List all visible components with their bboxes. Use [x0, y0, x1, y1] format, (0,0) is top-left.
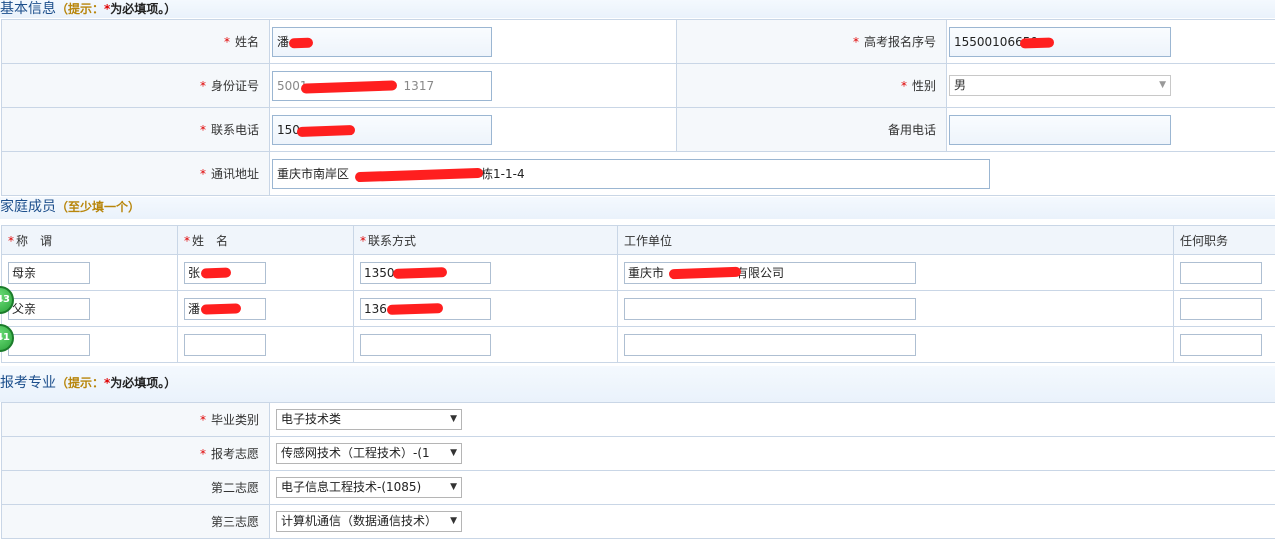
third-choice-label: 第三志愿	[2, 505, 270, 539]
family-table: *称 谓 *姓 名 *联系方式 工作单位 任何职务 母亲 张 1350 重庆市有…	[1, 225, 1275, 363]
col-contact: *联系方式	[354, 226, 618, 255]
exam-no-label: *高考报名序号	[677, 20, 947, 64]
job-title-input[interactable]	[1180, 262, 1262, 284]
chevron-down-icon: ▼	[450, 478, 457, 497]
gender-select[interactable]: 男▼	[949, 75, 1171, 96]
chevron-down-icon: ▼	[450, 444, 457, 463]
contact-input[interactable]: 1350	[360, 262, 491, 284]
family-hint: （至少填一个）	[56, 200, 140, 214]
major-title: 报考专业	[0, 375, 56, 391]
major-table: *毕业类别 电子技术类▼ *报考志愿 传感网技术（工程技术）-(1▼ 第二志愿 …	[1, 402, 1275, 539]
family-title: 家庭成员	[0, 199, 56, 215]
relation-input[interactable]	[8, 334, 90, 356]
col-work: 工作单位	[618, 226, 1174, 255]
id-number-label: *身份证号	[2, 64, 270, 108]
contact-input[interactable]: 136	[360, 298, 491, 320]
member-name-input[interactable]: 张	[184, 262, 266, 284]
chevron-down-icon: ▼	[450, 512, 457, 531]
address-input[interactable]: 重庆市南岸区栋1-1-4	[272, 159, 990, 189]
address-label: *通讯地址	[2, 152, 270, 196]
basic-info-title: 基本信息	[0, 1, 56, 17]
redaction-mark	[669, 266, 741, 279]
redaction-mark	[355, 167, 483, 181]
first-choice-select[interactable]: 传感网技术（工程技术）-(1▼	[276, 443, 462, 464]
member-name-input[interactable]: 潘	[184, 298, 266, 320]
col-relation: *称 谓	[2, 226, 178, 255]
member-name-input[interactable]	[184, 334, 266, 356]
relation-input[interactable]: 父亲	[8, 298, 90, 320]
redaction-mark	[201, 303, 241, 314]
table-row: 父亲 潘 136	[2, 291, 1275, 327]
backup-phone-input[interactable]	[949, 115, 1171, 145]
redaction-mark	[301, 80, 397, 93]
job-title-input[interactable]	[1180, 334, 1262, 356]
work-input[interactable]	[624, 298, 916, 320]
name-input[interactable]: 潘	[272, 27, 492, 57]
redaction-mark	[289, 37, 313, 48]
graduation-category-select[interactable]: 电子技术类▼	[276, 409, 462, 430]
gender-label: *性别	[677, 64, 947, 108]
basic-info-table: *姓名 潘 *高考报名序号 15500106650 *身份证号 50011317…	[1, 19, 1275, 196]
redaction-mark	[387, 303, 443, 315]
table-row: 母亲 张 1350 重庆市有限公司	[2, 255, 1275, 291]
contact-input[interactable]	[360, 334, 491, 356]
family-section-title: 家庭成员（至少填一个）	[0, 197, 1275, 219]
col-title: 任何职务	[1174, 226, 1275, 255]
job-title-input[interactable]	[1180, 298, 1262, 320]
major-section-title: 报考专业（提示：*为必填项。）	[0, 366, 1275, 402]
graduation-category-label: *毕业类别	[2, 403, 270, 437]
basic-info-hint: （提示：*为必填项。）	[56, 2, 176, 16]
redaction-mark	[297, 124, 355, 136]
redaction-mark	[201, 267, 231, 278]
first-choice-label: *报考志愿	[2, 437, 270, 471]
second-choice-label: 第二志愿	[2, 471, 270, 505]
redaction-mark	[393, 267, 447, 279]
basic-info-section-title: 基本信息（提示：*为必填项。）	[0, 0, 1275, 18]
table-row	[2, 327, 1275, 363]
backup-phone-label: 备用电话	[677, 108, 947, 152]
id-number-input[interactable]: 50011317	[272, 71, 492, 101]
phone-label: *联系电话	[2, 108, 270, 152]
third-choice-select[interactable]: 计算机通信（数据通信技术）▼	[276, 511, 462, 532]
redaction-mark	[1020, 37, 1054, 48]
chevron-down-icon: ▼	[450, 410, 457, 429]
relation-input[interactable]: 母亲	[8, 262, 90, 284]
col-name: *姓 名	[178, 226, 354, 255]
second-choice-select[interactable]: 电子信息工程技术-(1085)▼	[276, 477, 462, 498]
major-hint: （提示：*为必填项。）	[56, 376, 176, 390]
name-label: *姓名	[2, 20, 270, 64]
exam-no-input[interactable]: 15500106650	[949, 27, 1171, 57]
chevron-down-icon: ▼	[1159, 76, 1166, 95]
work-input[interactable]: 重庆市有限公司	[624, 262, 916, 284]
phone-input[interactable]: 150	[272, 115, 492, 145]
work-input[interactable]	[624, 334, 916, 356]
